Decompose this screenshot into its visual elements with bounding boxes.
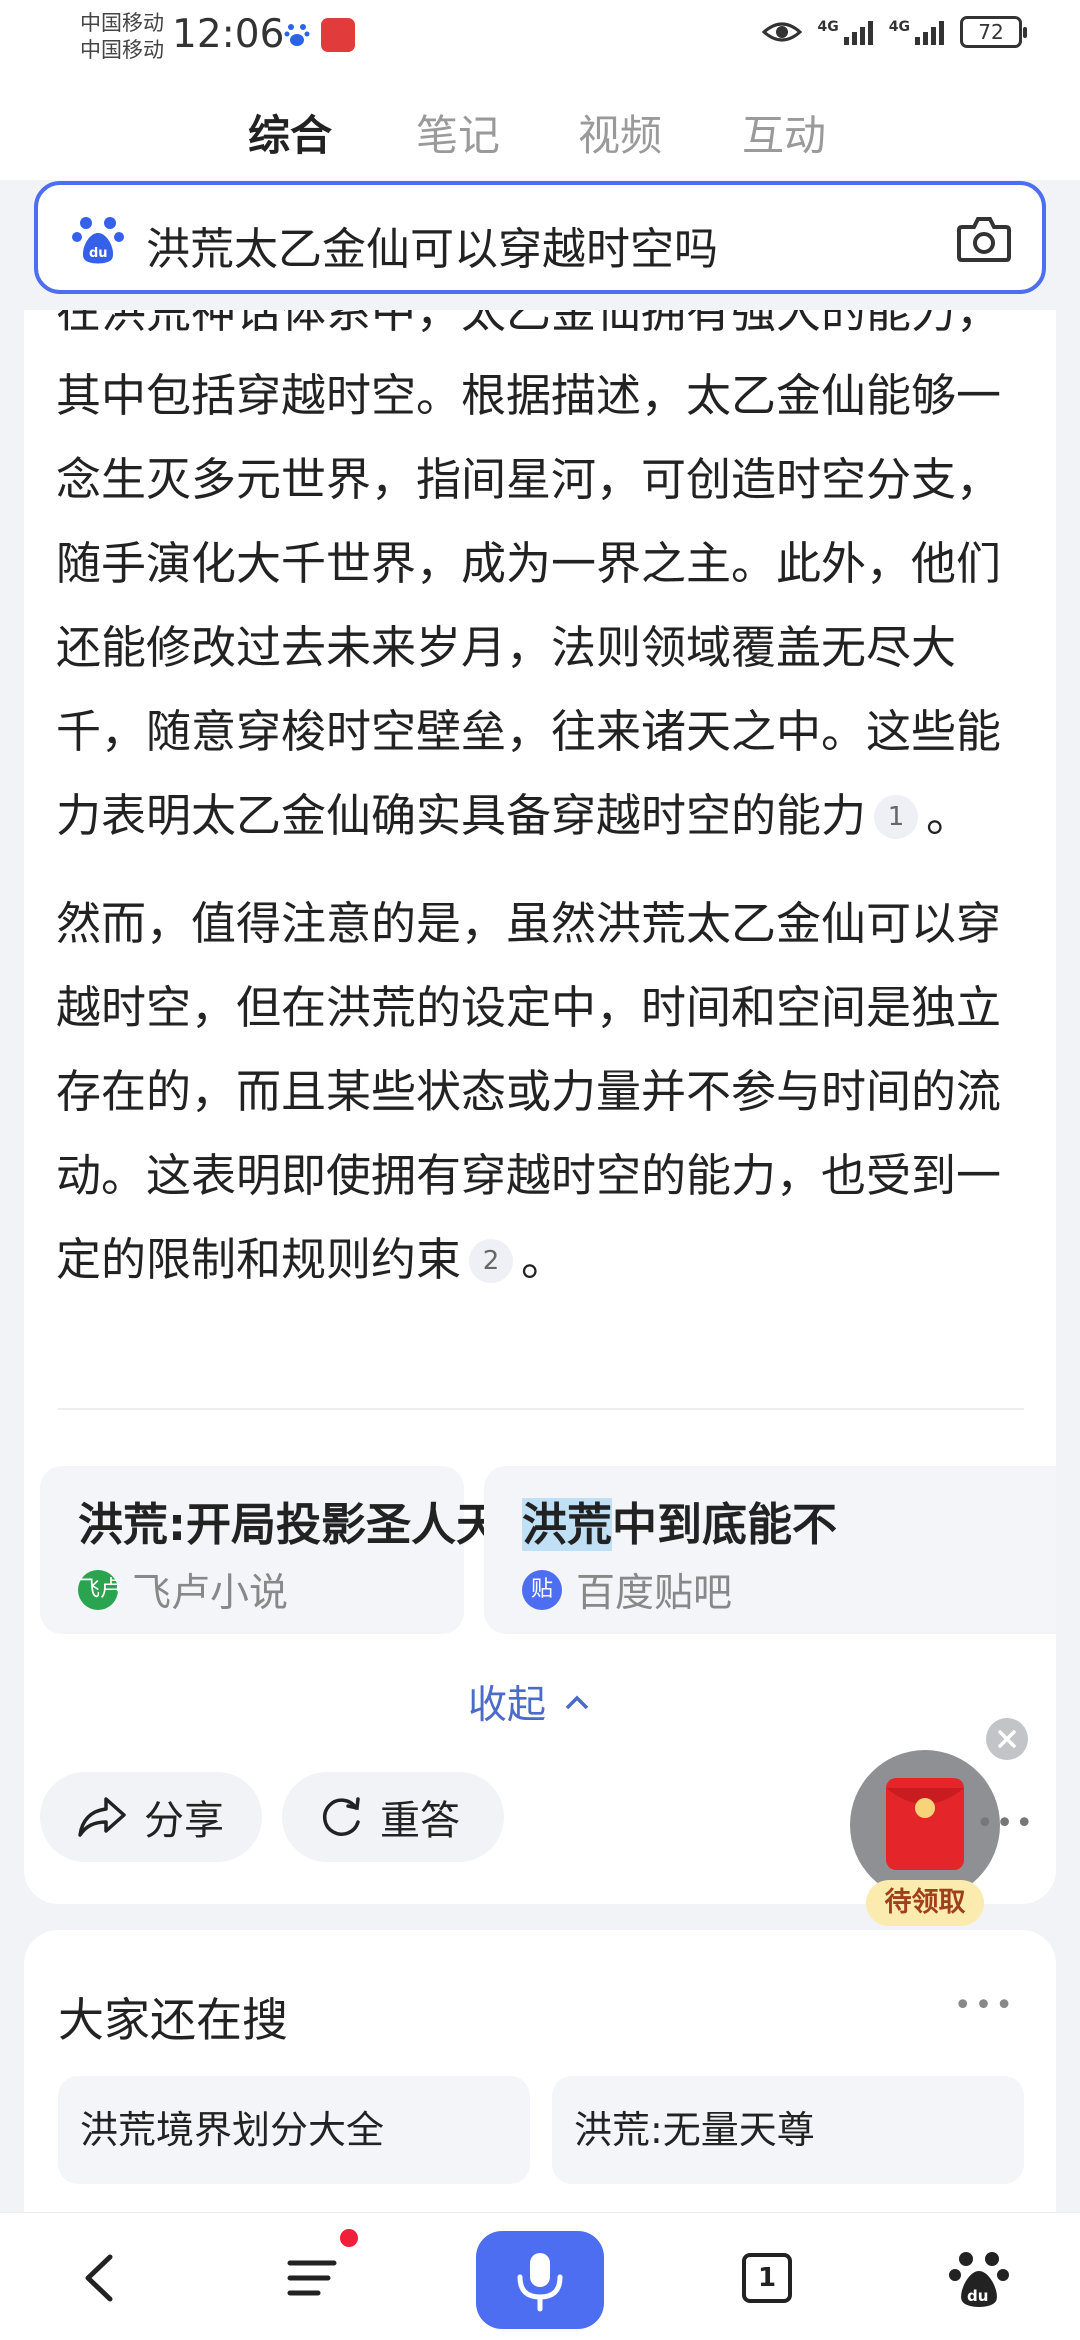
more-icon[interactable]: •••: [976, 1806, 1035, 1841]
app-notification-icon: [321, 18, 355, 52]
share-icon: [78, 1797, 126, 1837]
related-search-item[interactable]: 洪荒:无量天尊: [552, 2076, 1024, 2184]
answer-text: 在洪荒神话体系中，太乙金仙拥有强大的能力，其中包括穿越时空。根据描述，太乙金仙能…: [56, 310, 1028, 1326]
collapse-label: 收起: [468, 1683, 547, 1728]
signal-2-icon: 4G: [889, 19, 944, 45]
tieba-logo-icon: 贴: [522, 1570, 562, 1610]
collapse-button[interactable]: 收起: [468, 1674, 590, 1730]
svg-text:du: du: [89, 246, 108, 261]
source-site-name: 飞卢小说: [132, 1571, 289, 1616]
divider: [58, 1408, 1024, 1410]
answer-paragraph-1-text: 在洪荒神话体系中，太乙金仙拥有强大的能力，其中包括穿越时空。根据描述，太乙金仙能…: [56, 310, 1002, 842]
menu-icon[interactable]: [278, 2243, 348, 2313]
chevron-up-icon: [565, 1695, 589, 1710]
carrier-2: 中国移动: [80, 38, 164, 62]
red-packet-label[interactable]: 待领取: [866, 1880, 984, 1926]
bottom-nav-bar: 1 du: [0, 2212, 1080, 2340]
back-icon[interactable]: [66, 2243, 136, 2313]
red-packet-close-button[interactable]: [986, 1718, 1028, 1760]
refresh-icon: [322, 1797, 360, 1836]
regenerate-button[interactable]: 重答: [282, 1772, 504, 1862]
more-options-icon[interactable]: •••: [954, 1988, 1016, 2023]
notification-dot: [340, 2229, 358, 2247]
source-card-2[interactable]: 洪荒中到底能不 贴 百度贴吧: [484, 1466, 1056, 1634]
answer-paragraph-2-end: 。: [521, 1233, 567, 1286]
feilu-logo-icon: 飞卢: [78, 1570, 122, 1610]
close-icon: [998, 1730, 1016, 1748]
citation-1[interactable]: 1: [874, 795, 919, 839]
baidu-home-icon[interactable]: du: [944, 2243, 1014, 2313]
svg-text:du: du: [967, 2287, 988, 2305]
source-title: 洪荒中到底能不: [522, 1488, 837, 1553]
share-label: 分享: [144, 1798, 224, 1844]
answer-paragraph-1: 在洪荒神话体系中，太乙金仙拥有强大的能力，其中包括穿越时空。根据描述，太乙金仙能…: [56, 310, 1028, 858]
answer-paragraph-2-text: 然而，值得注意的是，虽然洪荒太乙金仙可以穿越时空，但在洪荒的设定中，时间和空间是…: [56, 897, 1002, 1286]
citation-2[interactable]: 2: [469, 1239, 514, 1283]
clock: 12:06: [172, 12, 285, 57]
signal-1-icon: 4G: [818, 19, 873, 45]
share-button[interactable]: 分享: [40, 1772, 262, 1862]
source-title: 洪荒:开局投影圣人天赋: [78, 1498, 546, 1551]
tab-videos[interactable]: 视频: [578, 102, 662, 163]
source-site: 飞卢 飞卢小说: [78, 1562, 288, 1618]
tab-interactive[interactable]: 互动: [742, 102, 826, 163]
carrier-1: 中国移动: [80, 11, 164, 35]
tab-comprehensive[interactable]: 综合: [248, 102, 332, 163]
carrier-labels: 中国移动 中国移动: [80, 10, 164, 64]
search-input[interactable]: 洪荒太乙金仙可以穿越时空吗: [146, 213, 718, 277]
result-tabs: 综合 笔记 视频 互动: [0, 80, 1080, 180]
regenerate-label: 重答: [380, 1798, 460, 1844]
related-search-item[interactable]: 洪荒境界划分大全: [58, 2076, 530, 2184]
answer-paragraph-1-end: 。: [926, 789, 972, 842]
status-bar: 中国移动 中国移动 12:06 4G 4G 72: [0, 0, 1080, 80]
answer-paragraph-2: 然而，值得注意的是，虽然洪荒太乙金仙可以穿越时空，但在洪荒的设定中，时间和空间是…: [56, 882, 1028, 1302]
battery-indicator: 72: [960, 16, 1027, 48]
tab-notes[interactable]: 笔记: [416, 102, 500, 163]
red-envelope-icon[interactable]: [886, 1778, 964, 1870]
source-site-name: 百度贴吧: [576, 1571, 733, 1616]
microphone-icon: [517, 2253, 563, 2312]
baidu-logo-icon: du: [72, 217, 124, 264]
voice-search-button[interactable]: [476, 2231, 604, 2329]
source-title-highlight: 洪荒: [522, 1498, 613, 1551]
related-searches-title: 大家还在搜: [58, 1993, 288, 2047]
source-title-rest: 中到底能不: [612, 1498, 838, 1551]
baidu-paw-notification-icon: [284, 24, 310, 46]
search-box[interactable]: du 洪荒太乙金仙可以穿越时空吗: [34, 181, 1046, 294]
source-site: 贴 百度贴吧: [522, 1562, 732, 1618]
eye-icon: [761, 22, 802, 42]
source-card-1[interactable]: 洪荒:开局投影圣人天赋 飞卢 飞卢小说: [40, 1466, 546, 1634]
answer-card: 在洪荒神话体系中，太乙金仙拥有强大的能力，其中包括穿越时空。根据描述，太乙金仙能…: [24, 310, 1056, 1904]
camera-icon[interactable]: [956, 213, 1012, 265]
status-icons: 4G 4G 72: [761, 16, 1027, 48]
tab-count-button[interactable]: 1: [742, 2253, 792, 2303]
